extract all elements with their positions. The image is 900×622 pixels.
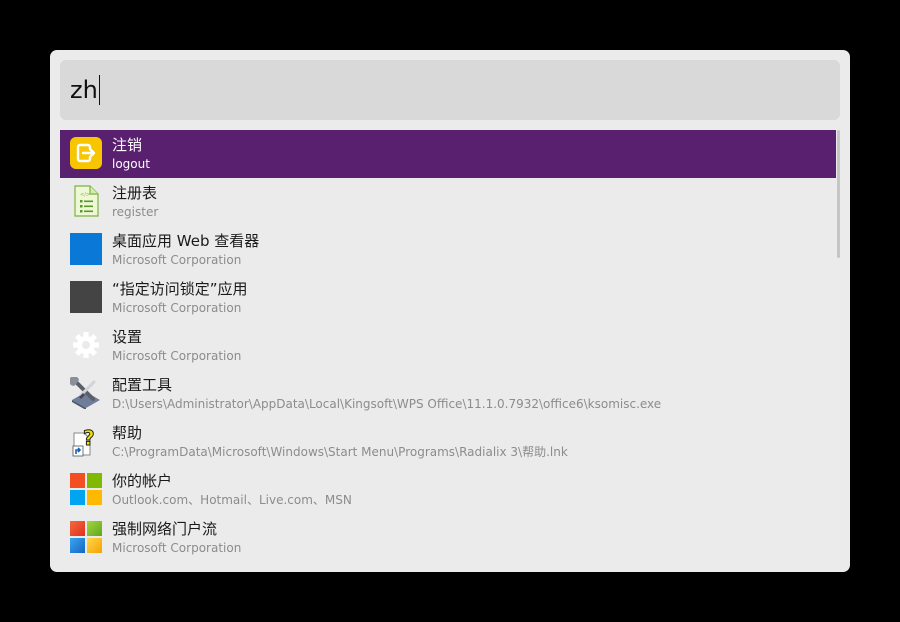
result-list-scrollbar[interactable]	[837, 130, 840, 258]
result-list: 注销 logout </> 注册表 register 桌面应用 Web 查看器 …	[60, 130, 836, 562]
result-title: 桌面应用 Web 查看器	[112, 232, 260, 250]
result-title: 设置	[112, 328, 143, 346]
result-item-assigned-access[interactable]: “指定访问锁定”应用 Microsoft Corporation	[60, 274, 836, 322]
result-title: 强制网络门户流	[112, 520, 218, 538]
result-title: 你的帐户	[112, 472, 173, 490]
result-item-logout[interactable]: 注销 logout	[60, 130, 836, 178]
result-subtitle: register	[112, 205, 159, 219]
result-item-help[interactable]: ? 帮助 C:\ProgramData\Microsoft\Windows\St…	[60, 418, 836, 466]
app-tile-dark-icon	[70, 281, 102, 313]
search-box[interactable]: zh	[60, 60, 840, 120]
result-subtitle: Microsoft Corporation	[112, 253, 242, 267]
windows-logo-icon	[70, 521, 102, 553]
tools-icon	[70, 377, 100, 409]
microsoft-logo-icon	[70, 473, 102, 505]
search-query-text: zh	[70, 76, 98, 104]
app-tile-blue-icon	[70, 233, 102, 265]
launcher-window: zh 注销 logout </> 注册表 register 桌面应用 Web 查…	[50, 50, 850, 572]
result-title: 帮助	[112, 424, 143, 442]
result-item-your-account[interactable]: 你的帐户 Outlook.com、Hotmail、Live.com、MSN	[60, 466, 836, 514]
svg-text:?: ?	[83, 426, 95, 450]
result-item-register[interactable]: </> 注册表 register	[60, 178, 836, 226]
result-subtitle: Microsoft Corporation	[112, 541, 242, 555]
result-title: 配置工具	[112, 376, 173, 394]
text-caret	[98, 74, 100, 105]
search-input[interactable]: zh	[70, 74, 100, 106]
result-title: 注销	[112, 136, 143, 154]
result-subtitle: Microsoft Corporation	[112, 301, 242, 315]
result-item-config-tool[interactable]: 配置工具 D:\Users\Administrator\AppData\Loca…	[60, 370, 836, 418]
result-item-settings[interactable]: 设置 Microsoft Corporation	[60, 322, 836, 370]
result-subtitle: C:\ProgramData\Microsoft\Windows\Start M…	[112, 445, 568, 459]
result-title: “指定访问锁定”应用	[112, 280, 248, 298]
logout-icon	[70, 137, 102, 169]
result-subtitle: logout	[112, 157, 150, 171]
result-item-captive-portal[interactable]: 强制网络门户流 Microsoft Corporation	[60, 514, 836, 562]
result-subtitle: Microsoft Corporation	[112, 349, 242, 363]
registry-file-icon: </>	[74, 185, 99, 217]
result-title: 注册表	[112, 184, 158, 202]
result-subtitle: D:\Users\Administrator\AppData\Local\Kin…	[112, 397, 662, 411]
result-item-web-viewer[interactable]: 桌面应用 Web 查看器 Microsoft Corporation	[60, 226, 836, 274]
result-subtitle: Outlook.com、Hotmail、Live.com、MSN	[112, 493, 352, 507]
gear-icon	[73, 332, 99, 358]
svg-text:</>: </>	[80, 192, 90, 198]
help-shortcut-icon: ?	[72, 426, 95, 457]
